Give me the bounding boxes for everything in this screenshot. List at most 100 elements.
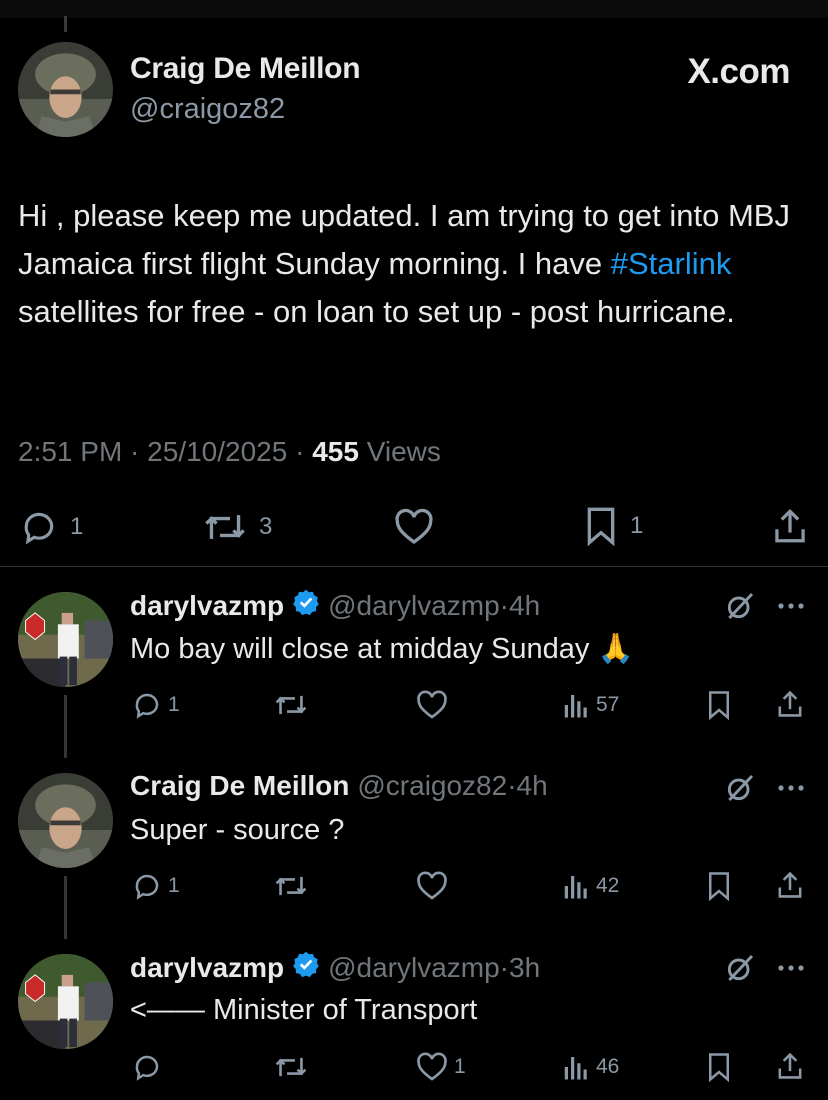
bookmark-button[interactable] [706,871,732,901]
like-button[interactable] [416,871,448,901]
bookmark-button[interactable] [706,1052,732,1082]
grok-icon[interactable] [724,590,756,627]
reply-handle[interactable]: @darylvazmp [328,952,500,984]
reply-header: darylvazmp @darylvazmp · 3h [130,950,540,985]
like-icon [417,690,447,719]
reply-avatar[interactable] [18,954,113,1049]
more-icon[interactable] [776,958,806,983]
reply-text: Super - source ? [130,814,345,846]
views-count: 455 [312,436,359,467]
views-count: 46 [596,1055,620,1078]
reply-button[interactable]: 1 [20,508,83,546]
like-button[interactable]: 1 [416,1052,466,1082]
repost-icon [205,515,245,539]
bookmark-icon [587,507,615,546]
bookmark-button[interactable]: 1 [584,506,643,546]
meta-separator: · [287,436,313,467]
meta-separator: · [507,770,517,801]
hashtag-link[interactable]: #Starlink [611,246,732,281]
like-icon [417,1052,447,1081]
views-count: 42 [596,874,620,897]
verified-icon [292,950,320,985]
like-button[interactable] [416,690,448,720]
author-handle[interactable]: @craigoz82 [130,93,285,126]
reply-count: 1 [70,513,84,540]
bookmark-icon [709,872,729,901]
views-icon [564,695,587,718]
reply-age[interactable]: 3h [509,952,540,984]
site-label: X.com [687,52,790,91]
reply-age[interactable]: 4h [509,590,540,622]
share-button[interactable] [776,688,804,720]
bookmark-icon [709,1053,729,1082]
tweet-date[interactable]: 25/10/2025 [147,436,287,467]
reply-text: Mo bay will close at midday Sunday 🙏 [130,633,634,665]
meta-separator: · [499,951,509,983]
grok-icon[interactable] [724,952,756,989]
views-button[interactable]: 57 [562,690,619,720]
repost-icon [275,876,307,896]
share-icon [778,1052,802,1079]
repost-icon [275,695,307,715]
author-avatar[interactable] [18,42,113,137]
verified-icon [292,588,320,623]
reply-header: Craig De Meillon @craigoz82 · 4h [130,770,548,802]
repost-button[interactable] [274,1052,308,1082]
share-icon [775,508,805,543]
tweet-time[interactable]: 2:51 PM [18,436,122,467]
like-button[interactable] [394,508,434,546]
share-icon [778,871,802,898]
reply-button[interactable] [132,1052,162,1082]
share-icon [778,690,802,717]
reply-count: 1 [168,693,180,716]
views-button[interactable]: 46 [562,1052,619,1082]
repost-icon [275,1057,307,1077]
reply-author-name[interactable]: darylvazmp [130,952,284,984]
like-icon [417,871,447,900]
reply-text: <—— Minister of Transport [130,994,478,1026]
more-icon[interactable] [776,778,806,803]
like-icon [395,508,433,545]
repost-button[interactable] [274,871,308,901]
reply-author-name[interactable]: darylvazmp [130,590,284,622]
thread-line [64,695,67,758]
repost-count: 3 [259,513,273,540]
reply-icon [135,874,159,900]
repost-button[interactable]: 3 [203,508,272,546]
author-name[interactable]: Craig De Meillon [130,52,361,86]
reply-icon [24,512,54,545]
reply-icon [135,693,159,719]
reply-author-name[interactable]: Craig De Meillon [130,770,349,802]
share-button[interactable] [772,506,808,546]
views-button[interactable]: 42 [562,871,619,901]
share-button[interactable] [776,1050,804,1082]
bookmark-count: 1 [630,512,644,539]
tweet-text-after: satellites for free - on loan to set up … [18,294,735,329]
meta-separator: · [122,436,148,467]
reply-button[interactable]: 1 [132,871,180,901]
more-icon[interactable] [776,596,806,621]
share-button[interactable] [776,869,804,901]
bookmark-button[interactable] [706,690,732,720]
thread-line [64,16,67,32]
grok-icon[interactable] [724,772,756,809]
reply-button[interactable]: 1 [132,690,180,720]
reply-age[interactable]: 4h [517,770,548,802]
divider [0,566,828,567]
top-bar [0,0,828,18]
like-count: 1 [454,1055,466,1078]
views-icon [564,1057,587,1080]
views-count: 57 [596,693,620,716]
reply-handle[interactable]: @craigoz82 [357,770,507,802]
repost-button[interactable] [274,690,308,720]
reply-avatar[interactable] [18,773,113,868]
reply-header: darylvazmp @darylvazmp · 4h [130,588,540,623]
views-icon [564,876,587,899]
tweet-meta: 2:51 PM · 25/10/2025 · 455 Views [18,436,441,468]
reply-handle[interactable]: @darylvazmp [328,590,500,622]
reply-avatar[interactable] [18,592,113,687]
reply-count: 1 [168,874,180,897]
reply-icon [135,1055,159,1081]
bookmark-icon [709,691,729,720]
tweet-text: Hi , please keep me updated. I am trying… [18,192,813,336]
